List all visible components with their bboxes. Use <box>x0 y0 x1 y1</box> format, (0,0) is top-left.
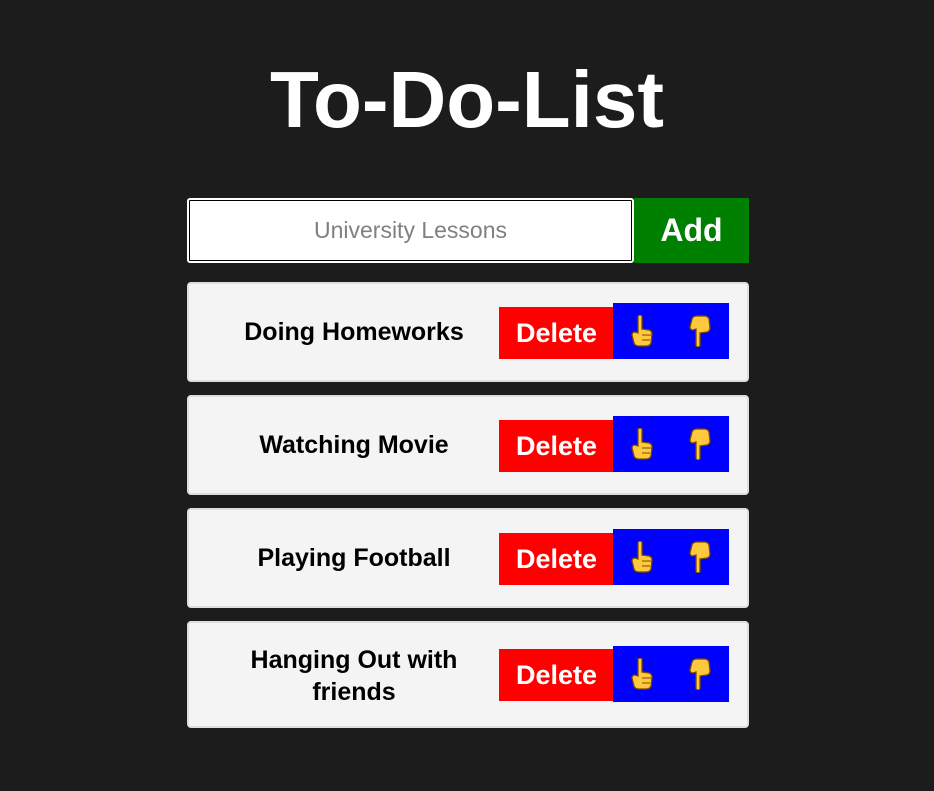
vote-buttons <box>613 303 729 359</box>
pointing-up-icon[interactable] <box>624 537 660 577</box>
pointing-down-icon[interactable] <box>682 424 718 464</box>
pointing-up-icon[interactable] <box>624 311 660 351</box>
todo-text: Hanging Out with friends <box>250 646 458 706</box>
add-task-form: Add <box>187 198 749 263</box>
pointing-down-icon[interactable] <box>682 537 718 577</box>
vote-buttons <box>613 529 729 585</box>
delete-button[interactable]: Delete <box>499 649 614 701</box>
pointing-down-icon[interactable] <box>682 311 718 351</box>
pointing-down-icon[interactable] <box>682 654 718 694</box>
pointing-up-icon[interactable] <box>624 424 660 464</box>
delete-button[interactable]: Delete <box>499 307 614 359</box>
task-input[interactable] <box>187 198 634 263</box>
todo-item: Hanging Out with friends Delete <box>187 621 749 728</box>
delete-button[interactable]: Delete <box>499 420 614 472</box>
vote-buttons <box>613 416 729 472</box>
vote-buttons <box>613 646 729 702</box>
todo-item: Doing Homeworks Delete <box>187 282 749 382</box>
page-title: To-Do-List <box>270 55 664 144</box>
pointing-up-icon[interactable] <box>624 654 660 694</box>
todo-text: Playing Football <box>257 544 451 572</box>
todo-text: Watching Movie <box>259 431 449 459</box>
todo-item: Playing Football Delete <box>187 508 749 608</box>
delete-button[interactable]: Delete <box>499 533 614 585</box>
todo-item: Watching Movie Delete <box>187 395 749 495</box>
add-button[interactable]: Add <box>634 198 749 263</box>
todo-text: Doing Homeworks <box>244 318 464 346</box>
